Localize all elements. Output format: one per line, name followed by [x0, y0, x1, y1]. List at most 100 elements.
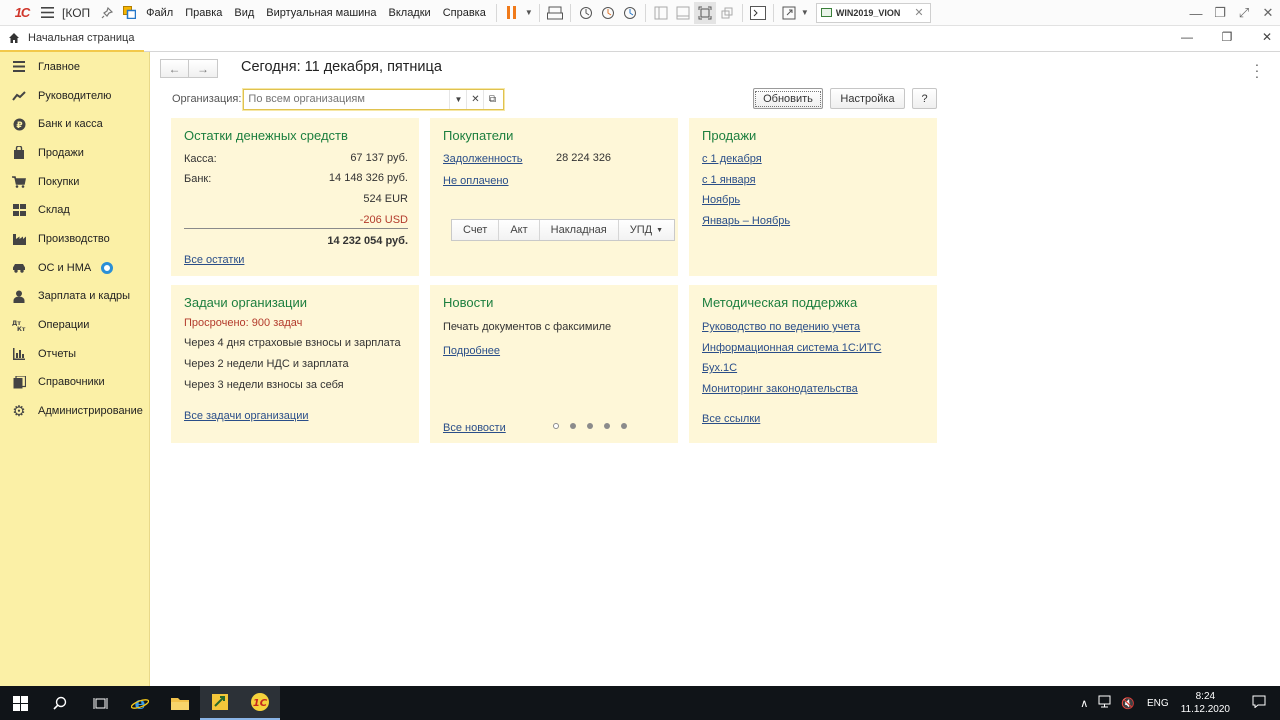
all-balances-link[interactable]: Все остатки [184, 254, 244, 266]
waybill-button[interactable]: Накладная [540, 220, 619, 240]
support-link[interactable]: Мониторинг законодательства [702, 383, 858, 395]
sidebar-item-sales[interactable]: Продажи [0, 139, 149, 168]
file-explorer-icon[interactable] [160, 686, 200, 720]
menu-edit[interactable]: Правка [179, 0, 228, 26]
close-icon[interactable]: ✕ [1256, 0, 1280, 26]
task-view-icon[interactable] [80, 686, 120, 720]
tray-chevron-icon[interactable]: ∧ [1080, 697, 1088, 710]
act-button[interactable]: Акт [499, 220, 540, 240]
windows-start-icon[interactable] [0, 686, 40, 720]
fullscreen-icon[interactable] [693, 1, 716, 24]
sidebar-item-production[interactable]: Производство [0, 225, 149, 254]
more-options-icon[interactable]: · · · [1254, 57, 1260, 83]
app-minimize-icon[interactable]: — [1174, 26, 1200, 48]
sidebar-item-manager[interactable]: Руководителю [0, 81, 149, 110]
1c-config-app-icon[interactable] [200, 686, 240, 720]
vm-tab[interactable]: WIN2019_VION ✕ [815, 2, 931, 23]
sidebar-item-salary[interactable]: Зарплата и кадры [0, 282, 149, 311]
minimize-icon[interactable]: — [1184, 0, 1208, 26]
support-link[interactable]: Информационная система 1С:ИТС [702, 342, 881, 354]
card-title: Задачи организации [184, 295, 308, 310]
sales-link-nov[interactable]: Ноябрь [702, 194, 740, 206]
clear-icon[interactable]: ✕ [466, 89, 483, 109]
vm-tab-label: WIN2019_VION [835, 7, 901, 18]
thumbnail-icon[interactable] [672, 2, 694, 24]
search-icon[interactable] [40, 686, 80, 720]
pager-dot[interactable] [587, 423, 593, 429]
menu-tabs[interactable]: Вкладки [383, 0, 437, 26]
sales-link-dec[interactable]: с 1 декабря [702, 153, 762, 165]
upd-button[interactable]: УПД ▼ [619, 220, 674, 240]
dropdown-arrow-icon[interactable]: ▼ [800, 2, 810, 24]
app-restore-icon[interactable]: ❐ [1214, 26, 1240, 48]
send-keys-icon[interactable] [544, 2, 566, 24]
support-link[interactable]: Бух.1С [702, 362, 737, 374]
expand-icon[interactable]: ⤢ [1232, 0, 1256, 26]
snapshot-icon[interactable] [575, 2, 597, 24]
sidebar-item-operations[interactable]: Дт Кт Операции [0, 311, 149, 340]
pager-dot[interactable] [570, 423, 576, 429]
network-icon[interactable] [1098, 695, 1113, 711]
menu-view[interactable]: Вид [228, 0, 260, 26]
pager-dot[interactable] [604, 423, 610, 429]
notifications-icon[interactable] [1252, 695, 1266, 711]
org-input[interactable] [244, 89, 450, 109]
separator [741, 3, 743, 22]
unpaid-link[interactable]: Не оплачено [443, 175, 509, 187]
volume-muted-icon[interactable]: 🔇 [1121, 697, 1135, 710]
sidebar-item-warehouse[interactable]: Склад [0, 196, 149, 225]
menu-vm[interactable]: Виртуальная машина [260, 0, 382, 26]
revert-snapshot-icon[interactable] [597, 2, 619, 24]
all-news-link[interactable]: Все новости [443, 422, 506, 434]
invoice-button[interactable]: Счет [452, 220, 500, 240]
clock[interactable]: 8:24 11.12.2020 [1181, 690, 1230, 716]
internet-explorer-icon[interactable]: e [120, 686, 160, 720]
sidebar-item-catalogs[interactable]: Справочники [0, 368, 149, 397]
sidebar-toggle-icon[interactable] [650, 2, 672, 24]
back-arrow-icon[interactable]: ← [160, 59, 189, 78]
console-icon[interactable] [747, 2, 769, 24]
dropdown-arrow-icon[interactable]: ▼ [523, 2, 535, 24]
sidebar-item-bank[interactable]: ₽ Банк и касса [0, 110, 149, 139]
language-indicator[interactable]: ENG [1147, 698, 1169, 709]
sales-link-jan[interactable]: с 1 января [702, 174, 756, 186]
org-select[interactable]: ▼ ✕ ⧉ [243, 88, 505, 110]
menu-help[interactable]: Справка [437, 0, 492, 26]
sidebar-item-reports[interactable]: Отчеты [0, 339, 149, 368]
support-link[interactable]: Руководство по ведению учета [702, 321, 860, 333]
restore-icon[interactable]: ❐ [1208, 0, 1232, 26]
sales-link-jan-nov[interactable]: Январь – Ноябрь [702, 215, 790, 227]
menu-file[interactable]: Файл [140, 0, 179, 26]
app-close-icon[interactable]: ✕ [1254, 26, 1280, 48]
pin-icon[interactable] [96, 2, 118, 24]
sidebar-item-admin[interactable]: ⚙ Администрирование [0, 397, 149, 426]
separator [644, 3, 646, 22]
settings-button[interactable]: Настройка [830, 88, 905, 109]
sidebar-item-purchases[interactable]: Покупки [0, 167, 149, 196]
car-icon [11, 260, 27, 276]
unity-icon[interactable] [716, 2, 738, 24]
sidebar-item-main[interactable]: Главное [0, 53, 149, 82]
all-links-link[interactable]: Все ссылки [702, 413, 760, 425]
card-title: Новости [443, 295, 494, 310]
news-more-link[interactable]: Подробнее [443, 345, 500, 357]
help-button[interactable]: ? [912, 88, 937, 109]
snapshot-manager-icon[interactable] [619, 2, 641, 24]
pager-dot[interactable] [553, 423, 559, 429]
all-tasks-link[interactable]: Все задачи организации [184, 410, 309, 422]
open-form-icon[interactable]: ⧉ [483, 89, 500, 109]
stretch-icon[interactable] [778, 2, 800, 24]
forward-arrow-icon[interactable]: → [189, 59, 218, 78]
card-tasks: Задачи организации Просрочено: 900 задач… [171, 285, 419, 443]
sidebar-item-fixed-assets[interactable]: ОС и НМА [0, 253, 149, 282]
pause-icon[interactable] [501, 2, 523, 24]
org-label: Организация: [172, 93, 242, 105]
dropdown-arrow-icon[interactable]: ▼ [449, 89, 466, 109]
tab-home[interactable]: Начальная страница [0, 26, 144, 52]
pager-dot[interactable] [621, 423, 627, 429]
close-tab-icon[interactable]: ✕ [914, 6, 923, 19]
1c-enterprise-app-icon[interactable]: 1С [240, 686, 280, 720]
hamburger-menu-icon[interactable] [36, 2, 58, 24]
refresh-button[interactable]: Обновить [753, 88, 823, 109]
debt-link[interactable]: Задолженность [443, 153, 523, 165]
